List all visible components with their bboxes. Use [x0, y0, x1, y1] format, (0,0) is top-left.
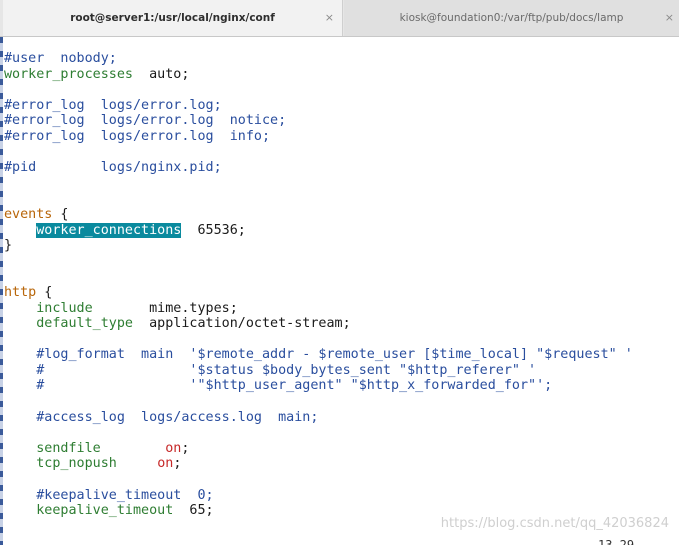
code-token: #log_format main '$remote_addr - $remote…	[4, 347, 633, 363]
code-line: worker_processes auto;	[4, 67, 676, 83]
code-token: include	[36, 300, 93, 316]
code-token: #access_log logs/access.log main;	[4, 409, 319, 425]
code-line: events {	[4, 207, 676, 223]
code-token: #error_log logs/error.log notice;	[4, 113, 287, 129]
code-token: # '"$http_user_agent" "$http_x_forwarded…	[4, 378, 553, 394]
terminal-editor[interactable]: #user nobody; worker_processes auto; #err…	[4, 51, 676, 541]
code-token: on	[165, 440, 182, 456]
close-icon[interactable]: ×	[665, 11, 674, 24]
code-line: #access_log logs/access.log main;	[4, 410, 676, 426]
code-token: auto;	[133, 66, 190, 82]
code-line: #error_log logs/error.log notice;	[4, 113, 676, 129]
code-line: #log_format main '$remote_addr - $remote…	[4, 347, 676, 363]
code-line: include mime.types;	[4, 301, 676, 317]
code-line: default_type application/octet-stream;	[4, 316, 676, 332]
highlighted-token: worker_connections	[36, 222, 182, 238]
watermark: https://blog.csdn.net/qq_42036824	[440, 516, 669, 531]
code-token: worker_processes	[4, 66, 133, 82]
code-token: #error_log logs/error.log;	[4, 97, 222, 113]
code-token: http	[4, 284, 37, 300]
code-token: }	[4, 238, 13, 254]
code-token: 65536;	[181, 222, 246, 238]
tab-title: root@server1:/usr/local/nginx/conf	[70, 12, 275, 24]
code-line: # '$status $body_bytes_sent "$http_refer…	[4, 363, 676, 379]
code-line: http {	[4, 285, 676, 301]
code-line: #user nobody;	[4, 51, 676, 67]
close-icon[interactable]: ×	[325, 11, 334, 24]
code-line: #error_log logs/error.log info;	[4, 129, 676, 145]
code-token: application/octet-stream;	[133, 316, 351, 332]
code-token: #error_log logs/error.log info;	[4, 128, 271, 144]
code-line: #error_log logs/error.log;	[4, 98, 676, 114]
code-line: }	[4, 238, 676, 254]
code-token: #pid logs/nginx.pid;	[4, 160, 222, 176]
tab-root-server1[interactable]: root@server1:/usr/local/nginx/conf ×	[3, 0, 343, 36]
code-token: {	[52, 206, 69, 222]
code-line: #pid logs/nginx.pid;	[4, 160, 676, 176]
tab-kiosk-foundation0[interactable]: kiosk@foundation0:/var/ftp/pub/docs/lamp…	[344, 0, 679, 36]
code-token: tcp_nopush	[36, 456, 117, 472]
tab-title: kiosk@foundation0:/var/ftp/pub/docs/lamp	[399, 12, 624, 24]
code-token: 65;	[173, 503, 214, 519]
code-line: #keepalive_timeout 0;	[4, 488, 676, 504]
code-token: mime.types;	[92, 300, 238, 316]
code-token: #user nobody;	[4, 51, 117, 66]
window-edge-strip	[0, 37, 3, 545]
code-line: sendfile on;	[4, 441, 676, 457]
code-line: # '"$http_user_agent" "$http_x_forwarded…	[4, 378, 676, 394]
code-token: on	[157, 456, 174, 472]
code-token: ;	[181, 440, 190, 456]
code-token: default_type	[36, 316, 133, 332]
code-token: sendfile	[36, 440, 101, 456]
code-token: {	[36, 284, 53, 300]
code-line: worker_connections 65536;	[4, 222, 676, 239]
code-token: events	[4, 206, 53, 222]
code-token: keepalive_timeout	[36, 503, 174, 519]
code-token: ;	[173, 456, 182, 472]
code-token: #keepalive_timeout 0;	[4, 487, 214, 503]
cursor-position: 13,29	[598, 538, 635, 545]
code-line: tcp_nopush on;	[4, 456, 676, 472]
code-token: # '$status $body_bytes_sent "$http_refer…	[4, 362, 537, 378]
tab-bar: root@server1:/usr/local/nginx/conf × kio…	[0, 0, 679, 37]
